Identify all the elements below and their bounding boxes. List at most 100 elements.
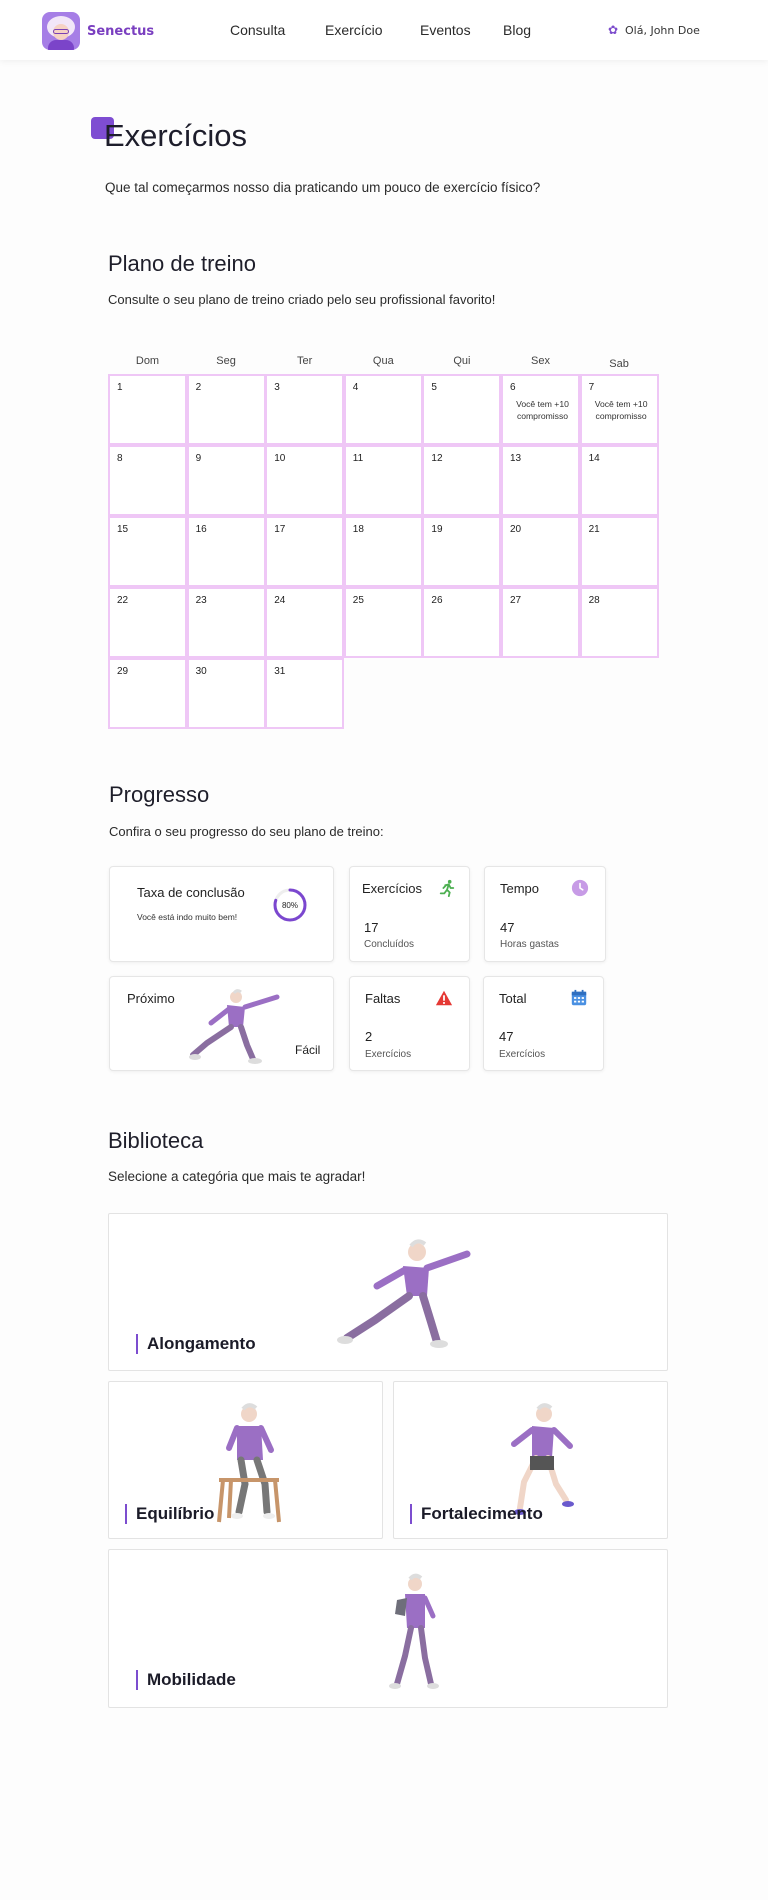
calendar-day[interactable]: 2 [186, 374, 266, 445]
category-label: Fortalecimento [410, 1504, 543, 1524]
calendar-day[interactable]: 18 [343, 516, 423, 587]
calendar-day[interactable]: 6 Você tem +10 compromisso [501, 374, 580, 445]
weekday-header: Ter [297, 355, 313, 367]
calendar-day[interactable]: 27 [501, 587, 580, 658]
category-equilibrio[interactable]: Equilíbrio [108, 1381, 383, 1539]
next-difficulty: Fácil [295, 1043, 321, 1057]
day-number: 16 [195, 524, 207, 535]
calendar-day[interactable]: 29 [108, 658, 187, 729]
brand-logo[interactable]: Senectus [42, 12, 154, 50]
time-value: 47 [500, 920, 515, 935]
running-icon [439, 879, 455, 897]
day-number: 3 [274, 382, 280, 393]
completion-ring: 80% [273, 888, 307, 922]
day-number: 8 [117, 453, 123, 464]
category-label: Equilíbrio [125, 1504, 214, 1524]
library-title: Biblioteca [108, 1128, 204, 1153]
stretching-figure-icon [337, 1239, 471, 1348]
day-number: 14 [588, 453, 600, 464]
calendar-day[interactable]: 30 [186, 658, 266, 729]
total-sub: Exercícios [499, 1049, 546, 1060]
calendar-day[interactable]: 14 [579, 445, 659, 516]
calendar-day[interactable]: 4 [343, 374, 423, 445]
total-value: 47 [499, 1029, 514, 1044]
progress-subtitle: Confira o seu progresso do seu plano de … [109, 824, 384, 839]
calendar-day[interactable]: 21 [579, 516, 659, 587]
calendar-day[interactable]: 28 [579, 587, 659, 658]
next-exercise-card[interactable]: Próximo Fácil [109, 976, 334, 1071]
calendar-day[interactable]: 12 [422, 445, 502, 516]
nav-exercicio[interactable]: Exercício [325, 22, 383, 38]
plan-title: Plano de treino [108, 251, 256, 276]
calendar-day[interactable]: 31 [265, 658, 345, 729]
calendar-day[interactable]: 10 [265, 445, 345, 516]
calendar-day[interactable]: 1 [108, 374, 187, 445]
calendar-day[interactable]: 25 [343, 587, 423, 658]
calendar-day[interactable]: 9 [186, 445, 266, 516]
calendar-day[interactable]: 24 [265, 587, 345, 658]
walking-figure-icon [389, 1573, 439, 1689]
progress-title: Progresso [109, 782, 210, 807]
calendar-day[interactable]: 17 [265, 516, 345, 587]
nav-eventos[interactable]: Eventos [420, 22, 471, 38]
day-number: 25 [352, 595, 364, 606]
calendar-day[interactable]: 3 [265, 374, 345, 445]
day-number: 27 [510, 595, 522, 606]
exercises-title: Exercícios [362, 881, 422, 896]
day-number: 30 [195, 666, 207, 677]
absences-title: Faltas [365, 991, 401, 1006]
category-label: Mobilidade [136, 1670, 236, 1690]
calendar-day[interactable]: 11 [343, 445, 423, 516]
completion-message: Você está indo muito bem! [137, 912, 238, 922]
calendar-day[interactable]: 13 [501, 445, 580, 516]
library-subtitle: Selecione a categória que mais te agrada… [108, 1169, 366, 1184]
day-number: 2 [195, 382, 202, 393]
day-number: 26 [431, 595, 443, 606]
nav-blog[interactable]: Blog [503, 22, 531, 38]
day-number: 24 [274, 595, 286, 606]
day-number: 17 [274, 524, 286, 535]
calendar-day[interactable]: 8 [108, 445, 187, 516]
calendar-day[interactable]: 22 [108, 587, 187, 658]
calendar-day[interactable]: 26 [422, 587, 502, 658]
grandma-avatar-icon [42, 12, 80, 50]
time-card: Tempo 47 Horas gastas [484, 866, 606, 962]
day-number: 13 [510, 453, 522, 464]
calendar-day[interactable]: 15 [108, 516, 187, 587]
plan-subtitle: Consulte o seu plano de treino criado pe… [108, 292, 496, 307]
absences-card: Faltas 2 Exercícios [349, 976, 470, 1071]
weekday-header: Sab [609, 358, 629, 370]
day-number: 18 [352, 524, 364, 535]
calendar-day[interactable]: 20 [501, 516, 580, 587]
weekday-header: Seg [216, 355, 236, 367]
calendar-day[interactable]: 16 [186, 516, 266, 587]
page-title: Exercícios [104, 118, 247, 153]
exercises-value: 17 [364, 920, 379, 935]
chair-balance-figure-icon [217, 1403, 281, 1523]
category-fortalecimento[interactable]: Fortalecimento [393, 1381, 668, 1539]
day-number: 4 [352, 382, 359, 393]
category-mobilidade[interactable]: Mobilidade [108, 1549, 668, 1708]
lunge-figure-icon [189, 989, 280, 1064]
calendar-icon [571, 989, 587, 1006]
day-number: 19 [431, 524, 443, 535]
completion-percent: 80% [282, 901, 298, 910]
total-title: Total [499, 991, 527, 1006]
nav-consulta[interactable]: Consulta [230, 22, 285, 38]
day-number: 7 [588, 382, 595, 393]
time-title: Tempo [500, 881, 540, 896]
day-appointment-note: Você tem +10 compromisso [594, 399, 648, 421]
day-appointment-note: Você tem +10 compromisso [516, 399, 569, 421]
day-number: 6 [510, 382, 516, 393]
day-number: 28 [588, 595, 600, 606]
category-alongamento[interactable]: Alongamento [108, 1213, 668, 1371]
day-number: 23 [195, 595, 207, 606]
clock-icon [571, 879, 589, 897]
total-card: Total 47 Exercícios [483, 976, 604, 1071]
calendar-day[interactable]: 23 [186, 587, 266, 658]
day-number: 5 [431, 382, 437, 393]
user-greeting[interactable]: ✿ Olá, John Doe [608, 24, 700, 37]
calendar-day[interactable]: 19 [422, 516, 502, 587]
calendar-day[interactable]: 7 Você tem +10 compromisso [579, 374, 659, 445]
calendar-day[interactable]: 5 [422, 374, 502, 445]
